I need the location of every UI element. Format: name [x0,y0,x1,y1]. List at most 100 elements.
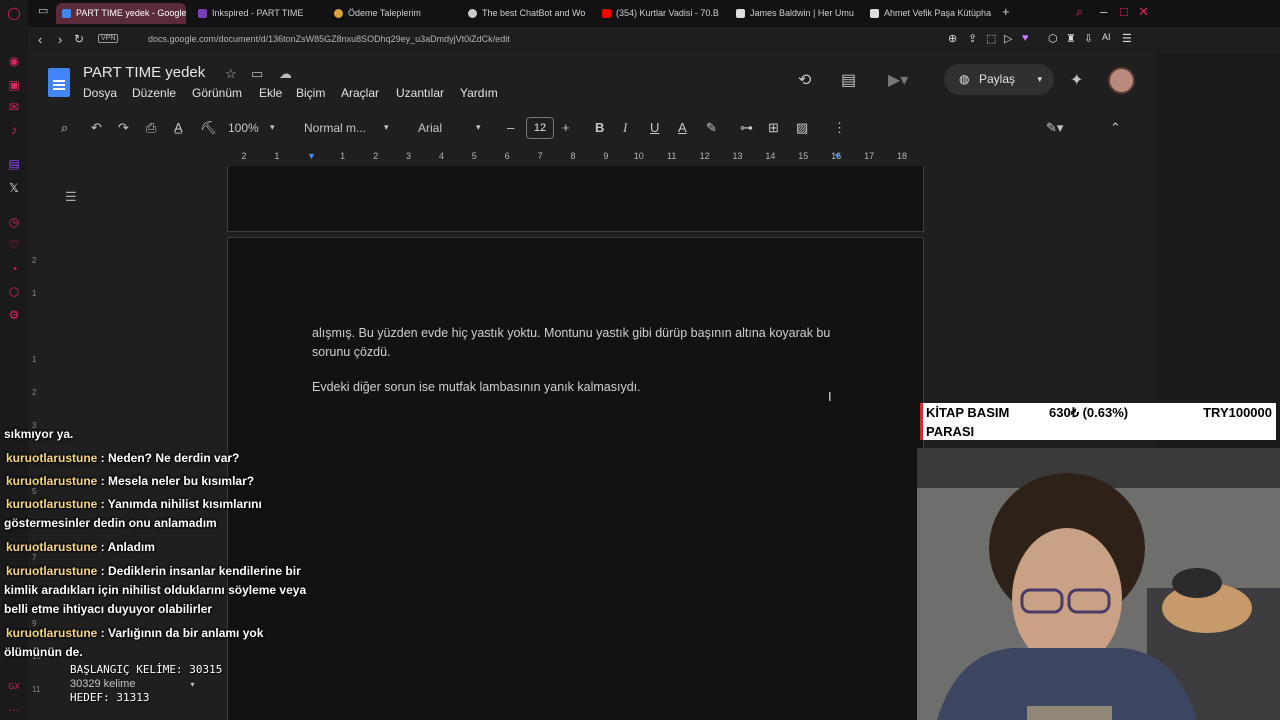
menu-tools[interactable]: Araçlar [341,86,379,100]
menu-insert[interactable]: Ekle [259,86,282,100]
menu-edit[interactable]: Düzenle [132,86,176,100]
redo-icon[interactable]: ↷ [118,120,129,136]
history-icon[interactable]: ◷ [7,215,21,229]
x-icon[interactable]: 𝕏 [7,181,21,195]
minimize-icon[interactable]: – [1100,4,1107,19]
tab-odeme[interactable]: Ödeme Taleplerim [328,3,458,24]
search-menus-icon[interactable]: ⌕ [61,120,68,136]
menu-format[interactable]: Biçim [296,86,325,100]
word-count-chip[interactable]: 30329 kelime ▾ [70,678,195,690]
extensions-icon[interactable]: ⬡ [7,285,21,299]
ai-button[interactable]: AI [1102,32,1111,42]
menu-view[interactable]: Görünüm [192,86,242,100]
tab-list-icon[interactable]: ▭ [38,4,48,17]
music-icon[interactable]: ♪ [7,123,21,137]
aria-icon[interactable]: ◉ [7,54,21,68]
tab-inkspired[interactable]: Inkspired - PART TIME [192,3,324,24]
print-icon[interactable]: ⎙ [146,120,156,136]
zoom-icon[interactable]: ⊕ [948,32,957,45]
forward-icon[interactable]: › [58,32,62,47]
gx-icon[interactable]: GX [7,680,21,694]
move-folder-icon[interactable]: ▭ [251,66,263,82]
share-page-icon[interactable]: ⇪ [968,32,977,45]
paragraph[interactable]: alışmış. Bu yüzden evde hiç yastık yoktu… [312,324,832,362]
play-icon[interactable]: ▷ [1004,32,1012,45]
new-tab-icon[interactable]: + [1002,4,1010,19]
tab-ahmet-vefik[interactable]: Ahmet Vefik Paşa Kütüpha [864,3,996,24]
star-icon[interactable]: ☆ [225,66,237,82]
start-word-count: BAŞLANGIÇ KELİME: 30315 [70,663,223,676]
insert-image-icon[interactable]: ▨ [796,120,808,136]
wallet-icon[interactable]: ♜ [1066,32,1076,45]
menu-icon[interactable]: ☰ [1122,32,1132,45]
link-icon[interactable]: ⊶ [740,120,753,136]
search-tabs-icon[interactable]: ⌕ [1076,4,1083,20]
hide-menus-icon[interactable]: ⌃ [1110,120,1121,136]
extensions-toolbar-icon[interactable]: ⬡ [1048,32,1058,45]
chevron-down-icon[interactable]: ▾ [270,122,275,133]
url-field[interactable]: docs.google.com/document/d/136tonZsW85GZ… [148,34,510,44]
comments-icon[interactable]: ▤ [841,70,856,90]
bold-icon[interactable]: B [595,120,604,135]
font-size-input[interactable]: 12 [526,117,554,139]
chevron-down-icon[interactable]: ▾ [476,122,481,133]
avatar[interactable] [1108,67,1135,94]
decrease-font-icon[interactable]: – [507,120,514,135]
vpn-badge[interactable]: VPN [98,34,119,43]
tab-youtube[interactable]: (354) Kurtlar Vadisi - 70.B [596,3,724,24]
chat-message: kuruotlarustune : Yanımda nihilist kısım… [4,495,284,533]
cloud-status-icon[interactable]: ☁ [279,66,292,82]
bookmarks-icon[interactable]: ♡ [7,238,21,252]
menu-file[interactable]: Dosya [83,86,117,100]
menu-extensions[interactable]: Uzantılar [396,86,444,100]
close-window-icon[interactable]: ✕ [1138,4,1149,20]
opera-logo-icon[interactable]: ◯ [7,6,21,20]
more-options-icon[interactable]: ⋮ [833,120,846,136]
underline-icon[interactable]: U [650,120,659,135]
right-indent-marker-icon[interactable]: ▼ [833,151,842,161]
style-select[interactable]: Normal m... [304,121,366,135]
italic-icon[interactable]: I [623,120,627,136]
undo-icon[interactable]: ↶ [91,120,102,136]
paint-format-icon[interactable]: ⛏ [200,120,217,136]
heart-icon[interactable]: ♥ [1022,32,1029,44]
increase-font-icon[interactable]: + [562,120,570,135]
tab-chatbot[interactable]: The best ChatBot and Wo [462,3,590,24]
messenger-icon[interactable]: ✉ [7,100,21,114]
snapshot-icon[interactable]: ⬚ [986,32,996,45]
ruler-tick: 2 [32,256,37,265]
share-button[interactable]: ◍ Paylaş ▾ [944,64,1054,95]
previous-page[interactable] [227,166,924,232]
clock-icon[interactable]: ◔ [7,262,21,276]
twitch-icon[interactable]: ▤ [7,157,21,171]
download-icon[interactable]: ⇩ [1084,32,1093,45]
maximize-icon[interactable]: □ [1120,4,1128,19]
indent-marker-icon[interactable]: ▼ [307,151,316,161]
add-comment-icon[interactable]: ⊞ [768,120,779,136]
more-icon[interactable]: … [7,700,21,714]
meet-icon[interactable]: ▶▾ [888,70,908,90]
menu-help[interactable]: Yardım [460,86,498,100]
workspaces-icon[interactable]: ▣ [7,78,21,92]
spellcheck-icon[interactable]: A̲ [174,120,183,135]
horizontal-ruler[interactable]: 2 1 1 2 3 4 5 6 7 8 9 10 11 12 13 14 15 16 17 18 [233,149,928,163]
chevron-down-icon[interactable]: ▾ [384,122,389,133]
document-outline-icon[interactable]: ☰ [65,189,77,205]
font-select[interactable]: Arial [418,121,442,135]
paragraph[interactable]: Evdeki diğer sorun ise mutfak lambasının… [312,378,832,397]
streamer-camera-image [917,448,1280,720]
editing-mode-icon[interactable]: ✎▾ [1046,120,1063,136]
highlight-icon[interactable]: ✎ [706,120,717,136]
reload-icon[interactable]: ↻ [74,32,84,46]
settings-icon[interactable]: ⚙ [7,308,21,322]
zoom-select[interactable]: 100% [228,121,259,135]
document-page[interactable]: alışmış. Bu yüzden evde hiç yastık yoktu… [227,237,924,720]
docs-logo-icon[interactable] [48,68,70,97]
back-icon[interactable]: ‹ [38,32,42,47]
tab-part-time-doc[interactable]: PART TIME yedek - Google [56,3,186,24]
gemini-icon[interactable]: ✦ [1070,70,1083,90]
tab-james-baldwin[interactable]: James Baldwin | Her Umu [730,3,860,24]
document-title[interactable]: PART TIME yedek [83,64,205,81]
text-color-icon[interactable]: A [678,120,687,135]
version-history-icon[interactable]: ⟲ [798,70,811,90]
